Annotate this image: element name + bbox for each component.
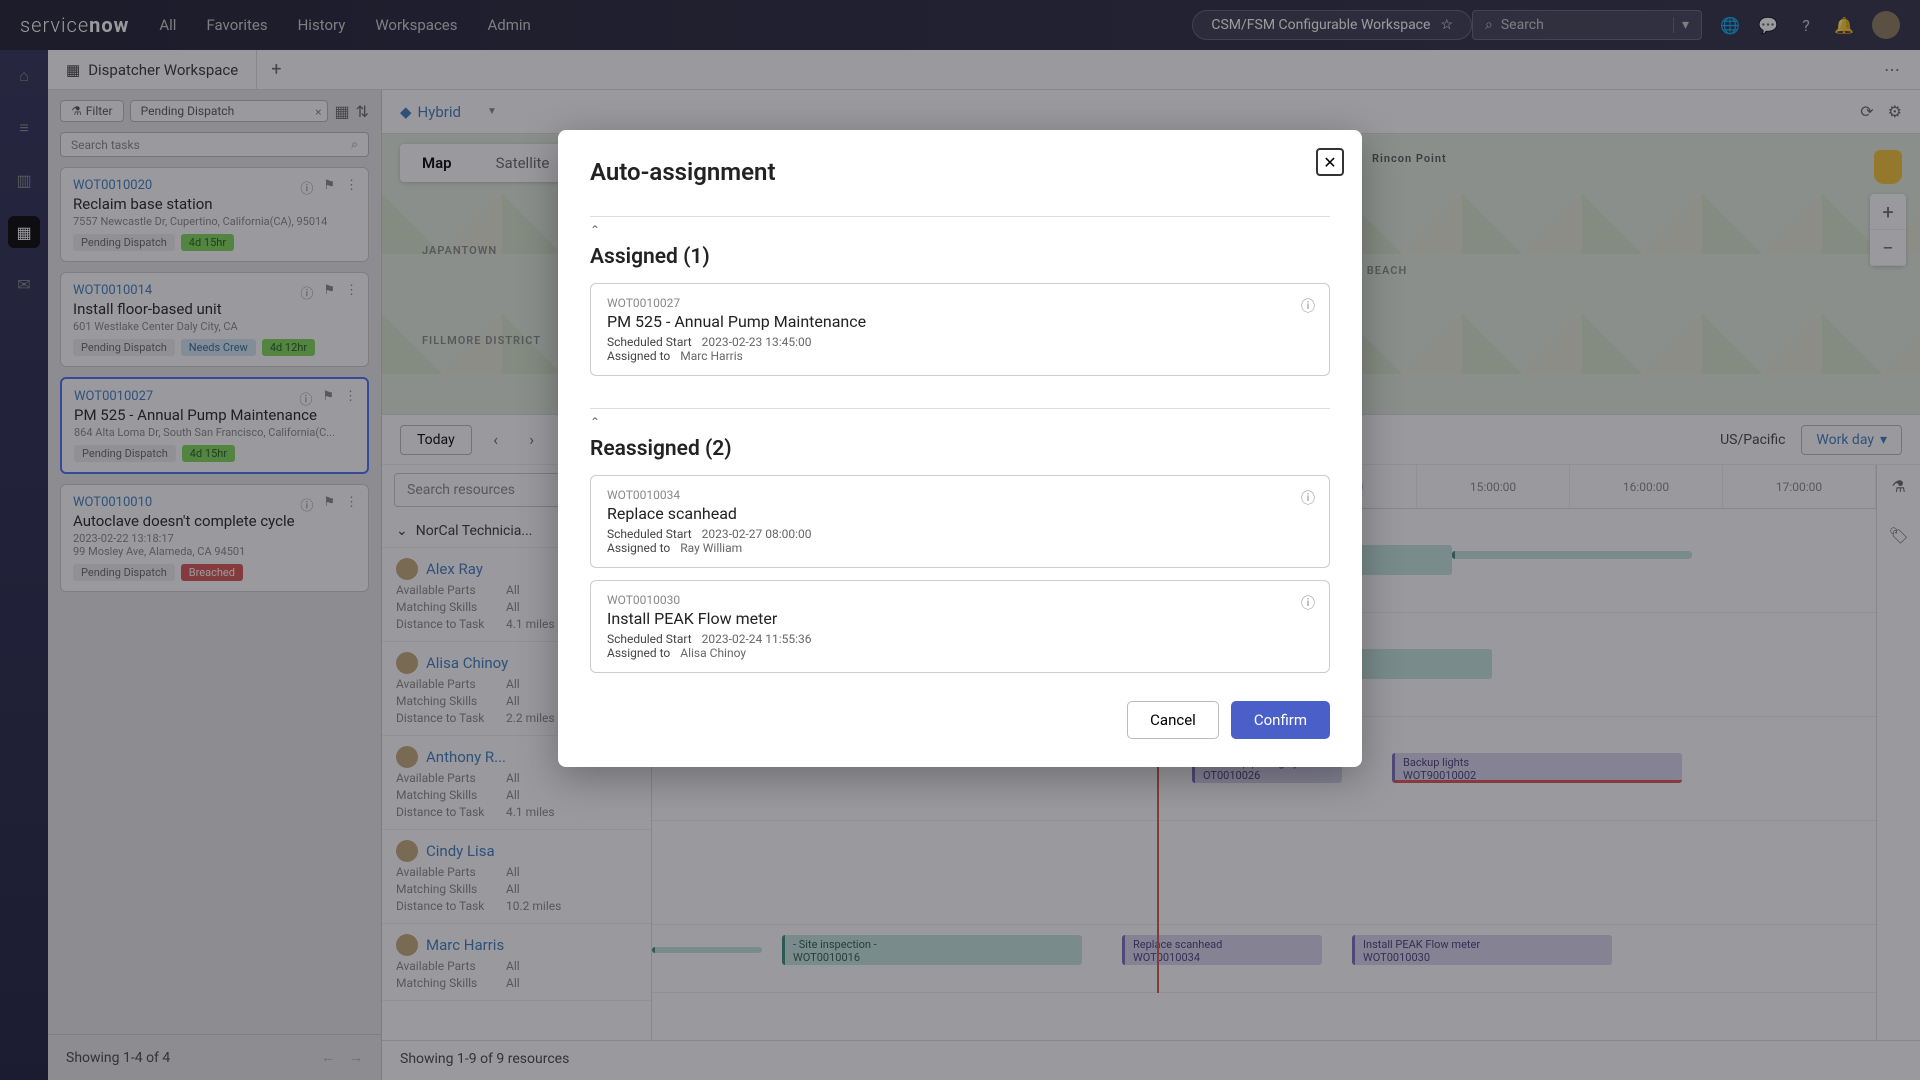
auto-assignment-modal: Auto-assignment ✕ ⌃ Assigned (1) ⓘ WOT00… <box>558 130 1362 767</box>
reassigned-header: Reassigned (2) <box>590 437 1330 461</box>
modal-close-button[interactable]: ✕ <box>1316 148 1344 176</box>
assign-title: PM 525 - Annual Pump Maintenance <box>607 312 1313 331</box>
assignment-card[interactable]: ⓘ WOT0010027 PM 525 - Annual Pump Mainte… <box>590 283 1330 376</box>
collapse-icon[interactable]: ⌃ <box>590 223 1330 237</box>
modal-overlay[interactable]: Auto-assignment ✕ ⌃ Assigned (1) ⓘ WOT00… <box>0 0 1920 1080</box>
info-icon[interactable]: ⓘ <box>1301 488 1315 508</box>
cancel-button[interactable]: Cancel <box>1127 701 1219 739</box>
confirm-button[interactable]: Confirm <box>1231 701 1330 739</box>
assign-title: Install PEAK Flow meter <box>607 609 1313 628</box>
assign-id: WOT0010034 <box>607 488 1313 502</box>
collapse-icon[interactable]: ⌃ <box>590 415 1330 429</box>
assign-title: Replace scanhead <box>607 504 1313 523</box>
modal-title: Auto-assignment <box>590 158 1330 186</box>
assignment-card[interactable]: ⓘ WOT0010030 Install PEAK Flow meter Sch… <box>590 580 1330 673</box>
assignment-card[interactable]: ⓘ WOT0010034 Replace scanhead Scheduled … <box>590 475 1330 568</box>
info-icon[interactable]: ⓘ <box>1301 296 1315 316</box>
assign-id: WOT0010027 <box>607 296 1313 310</box>
info-icon[interactable]: ⓘ <box>1301 593 1315 613</box>
assign-id: WOT0010030 <box>607 593 1313 607</box>
assigned-header: Assigned (1) <box>590 245 1330 269</box>
